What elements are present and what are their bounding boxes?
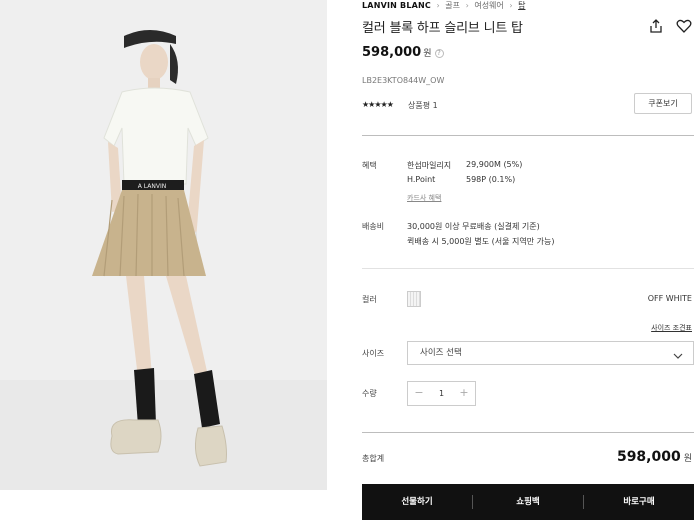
benefit-value: 598P (0.1%) <box>466 175 516 184</box>
breadcrumb-item[interactable]: 골프 <box>445 1 460 10</box>
product-code: LB2E3KTO844W_OW <box>362 76 445 85</box>
rating-stars: ★★★★★ <box>362 100 394 109</box>
gift-button[interactable]: 선물하기 <box>362 484 472 520</box>
breadcrumb-separator: › <box>509 1 513 10</box>
total-value: 598,000 <box>616 449 681 465</box>
color-label: 컬러 <box>362 295 377 304</box>
size-select[interactable]: 사이즈 선택 <box>407 341 694 365</box>
breadcrumb-separator: › <box>436 1 440 10</box>
card-benefit-link[interactable]: 카드사 혜택 <box>407 193 441 203</box>
breadcrumb-brand[interactable]: LANVIN BLANC <box>362 1 431 10</box>
color-swatch[interactable] <box>407 291 421 307</box>
breadcrumb: LANVIN BLANC › 골프 › 여성웨어 › 탑 <box>362 0 525 12</box>
info-icon[interactable]: ? <box>434 49 444 58</box>
total-unit: 원 <box>683 454 692 464</box>
coupon-button[interactable]: 쿠폰보기 <box>634 93 692 114</box>
size-select-value: 사이즈 선택 <box>420 348 462 358</box>
shopping-bag-button[interactable]: 쇼핑백 <box>473 484 583 520</box>
review-count-link[interactable]: 상품평 1 <box>408 100 438 111</box>
breadcrumb-item[interactable]: 탑 <box>518 1 525 10</box>
quantity-increase-button[interactable]: + <box>453 382 475 405</box>
price-value: 598,000 <box>362 45 422 60</box>
benefits-label: 혜택 <box>362 161 377 170</box>
action-bar: 선물하기 쇼핑백 바로구매 <box>362 484 694 520</box>
share-icon[interactable] <box>648 18 664 34</box>
product-info-panel: LANVIN BLANC › 골프 › 여성웨어 › 탑 컬러 블록 하프 슬리… <box>362 0 694 526</box>
buy-now-button[interactable]: 바로구매 <box>584 484 694 520</box>
selected-color: OFF WHITE <box>647 294 692 303</box>
benefit-name: H.Point <box>407 175 436 184</box>
divider <box>362 135 694 136</box>
breadcrumb-separator: › <box>465 1 469 10</box>
size-label: 사이즈 <box>362 349 385 358</box>
product-price: 598,000 원? <box>362 45 444 60</box>
shipping-label: 배송비 <box>362 222 385 231</box>
divider <box>362 268 694 269</box>
quantity-decrease-button[interactable]: − <box>408 382 430 405</box>
product-image: A LANVIN <box>0 0 327 490</box>
benefit-name: 한섬마일리지 <box>407 161 452 170</box>
divider <box>362 432 694 433</box>
quantity-label: 수량 <box>362 389 377 398</box>
breadcrumb-item[interactable]: 여성웨어 <box>474 1 503 10</box>
price-unit: 원 <box>423 49 432 59</box>
total-price: 598,000 원 <box>617 449 692 465</box>
svg-text:A LANVIN: A LANVIN <box>138 183 166 190</box>
benefit-value: 29,900M (5%) <box>466 160 523 169</box>
size-guide-link[interactable]: 사이즈 조견표 <box>651 323 692 333</box>
quantity-stepper: − 1 + <box>407 381 476 406</box>
product-title: 컬러 블록 하프 슬리브 니트 탑 <box>362 21 523 36</box>
quantity-value[interactable]: 1 <box>430 382 453 405</box>
shipping-info: 30,000원 이상 무료배송 (실결제 기준) <box>407 222 540 231</box>
total-label: 총합계 <box>362 454 385 463</box>
quick-shipping-info: 퀵배송 시 5,000원 별도 (서울 지역만 가능) <box>407 237 555 246</box>
heart-icon[interactable] <box>676 18 692 34</box>
chevron-down-icon <box>673 348 683 359</box>
